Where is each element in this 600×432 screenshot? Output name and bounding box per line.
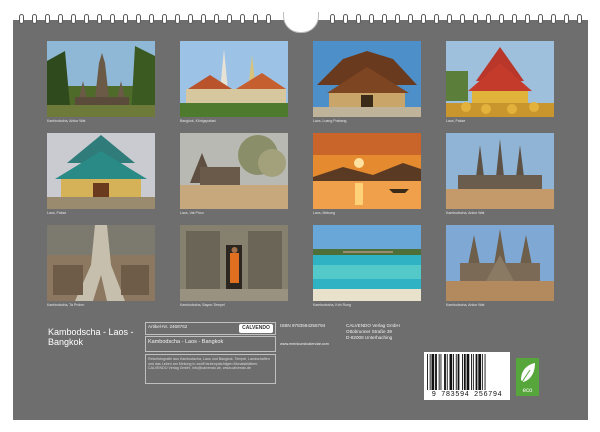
photo-caption: Kambodscha, Koh Rong — [313, 303, 351, 307]
photo-angkor-wat-1 — [47, 41, 155, 117]
photo-bangkok-palace — [180, 41, 288, 117]
photo-caption: Laos, Luang Prabang — [313, 119, 347, 123]
photo-caption: Bangkok, Königspalast — [180, 119, 216, 123]
product-title: Kambodscha - Laos - Bangkok — [148, 339, 224, 345]
photo-pakse-temple — [446, 41, 554, 117]
photo-vat-phou — [180, 133, 288, 209]
publisher-logo: CALVENDO — [239, 324, 273, 333]
photo-bayon-monk — [180, 225, 288, 301]
photo-caption: Laos, Pakse — [47, 211, 67, 215]
fine-print: Reisefotografie aus Kambodscha, Laos und… — [148, 357, 270, 371]
isbn: ISBN 9783594256794 — [280, 323, 326, 328]
photo-caption: Laos, Vat Phou — [180, 211, 204, 215]
website: www.meinkunstcalendar.com — [280, 342, 329, 346]
photo-caption: Kambodscha, Ankor Wat — [47, 119, 86, 123]
calendar-title: Kambodscha - Laos - Bangkok — [48, 327, 134, 347]
eco-label: eco — [523, 388, 533, 394]
photo-luang-prabang — [313, 41, 421, 117]
publisher-city: D-82008 Unterhaching — [346, 335, 393, 340]
barcode-number: 9 783594 256794 — [424, 390, 510, 400]
eco-badge: eco — [516, 358, 539, 396]
photo-caption: Laos, Mekong — [313, 211, 335, 215]
photo-mekong-sunset — [313, 133, 421, 209]
photo-ta-prohm — [47, 225, 155, 301]
photo-caption: Laos, Pakse — [446, 119, 466, 123]
photo-caption: Kambodscha, Ankor Wat — [446, 303, 485, 307]
photo-caption: Kambodscha, Ta Prohm — [47, 303, 85, 307]
article-number: Artikel-Nr. 2468762 — [148, 324, 188, 329]
leaf-icon: eco — [521, 363, 535, 394]
photo-caption: Kambodscha, Bayon-Tempel — [180, 303, 225, 307]
photo-koh-rong — [313, 225, 421, 301]
photo-angkor-wat-2 — [446, 133, 554, 209]
photo-caption: Kambodscha, Ankor Wat — [446, 211, 485, 215]
photo-angkor-wat-3 — [446, 225, 554, 301]
photo-pakse-pagoda — [47, 133, 155, 209]
